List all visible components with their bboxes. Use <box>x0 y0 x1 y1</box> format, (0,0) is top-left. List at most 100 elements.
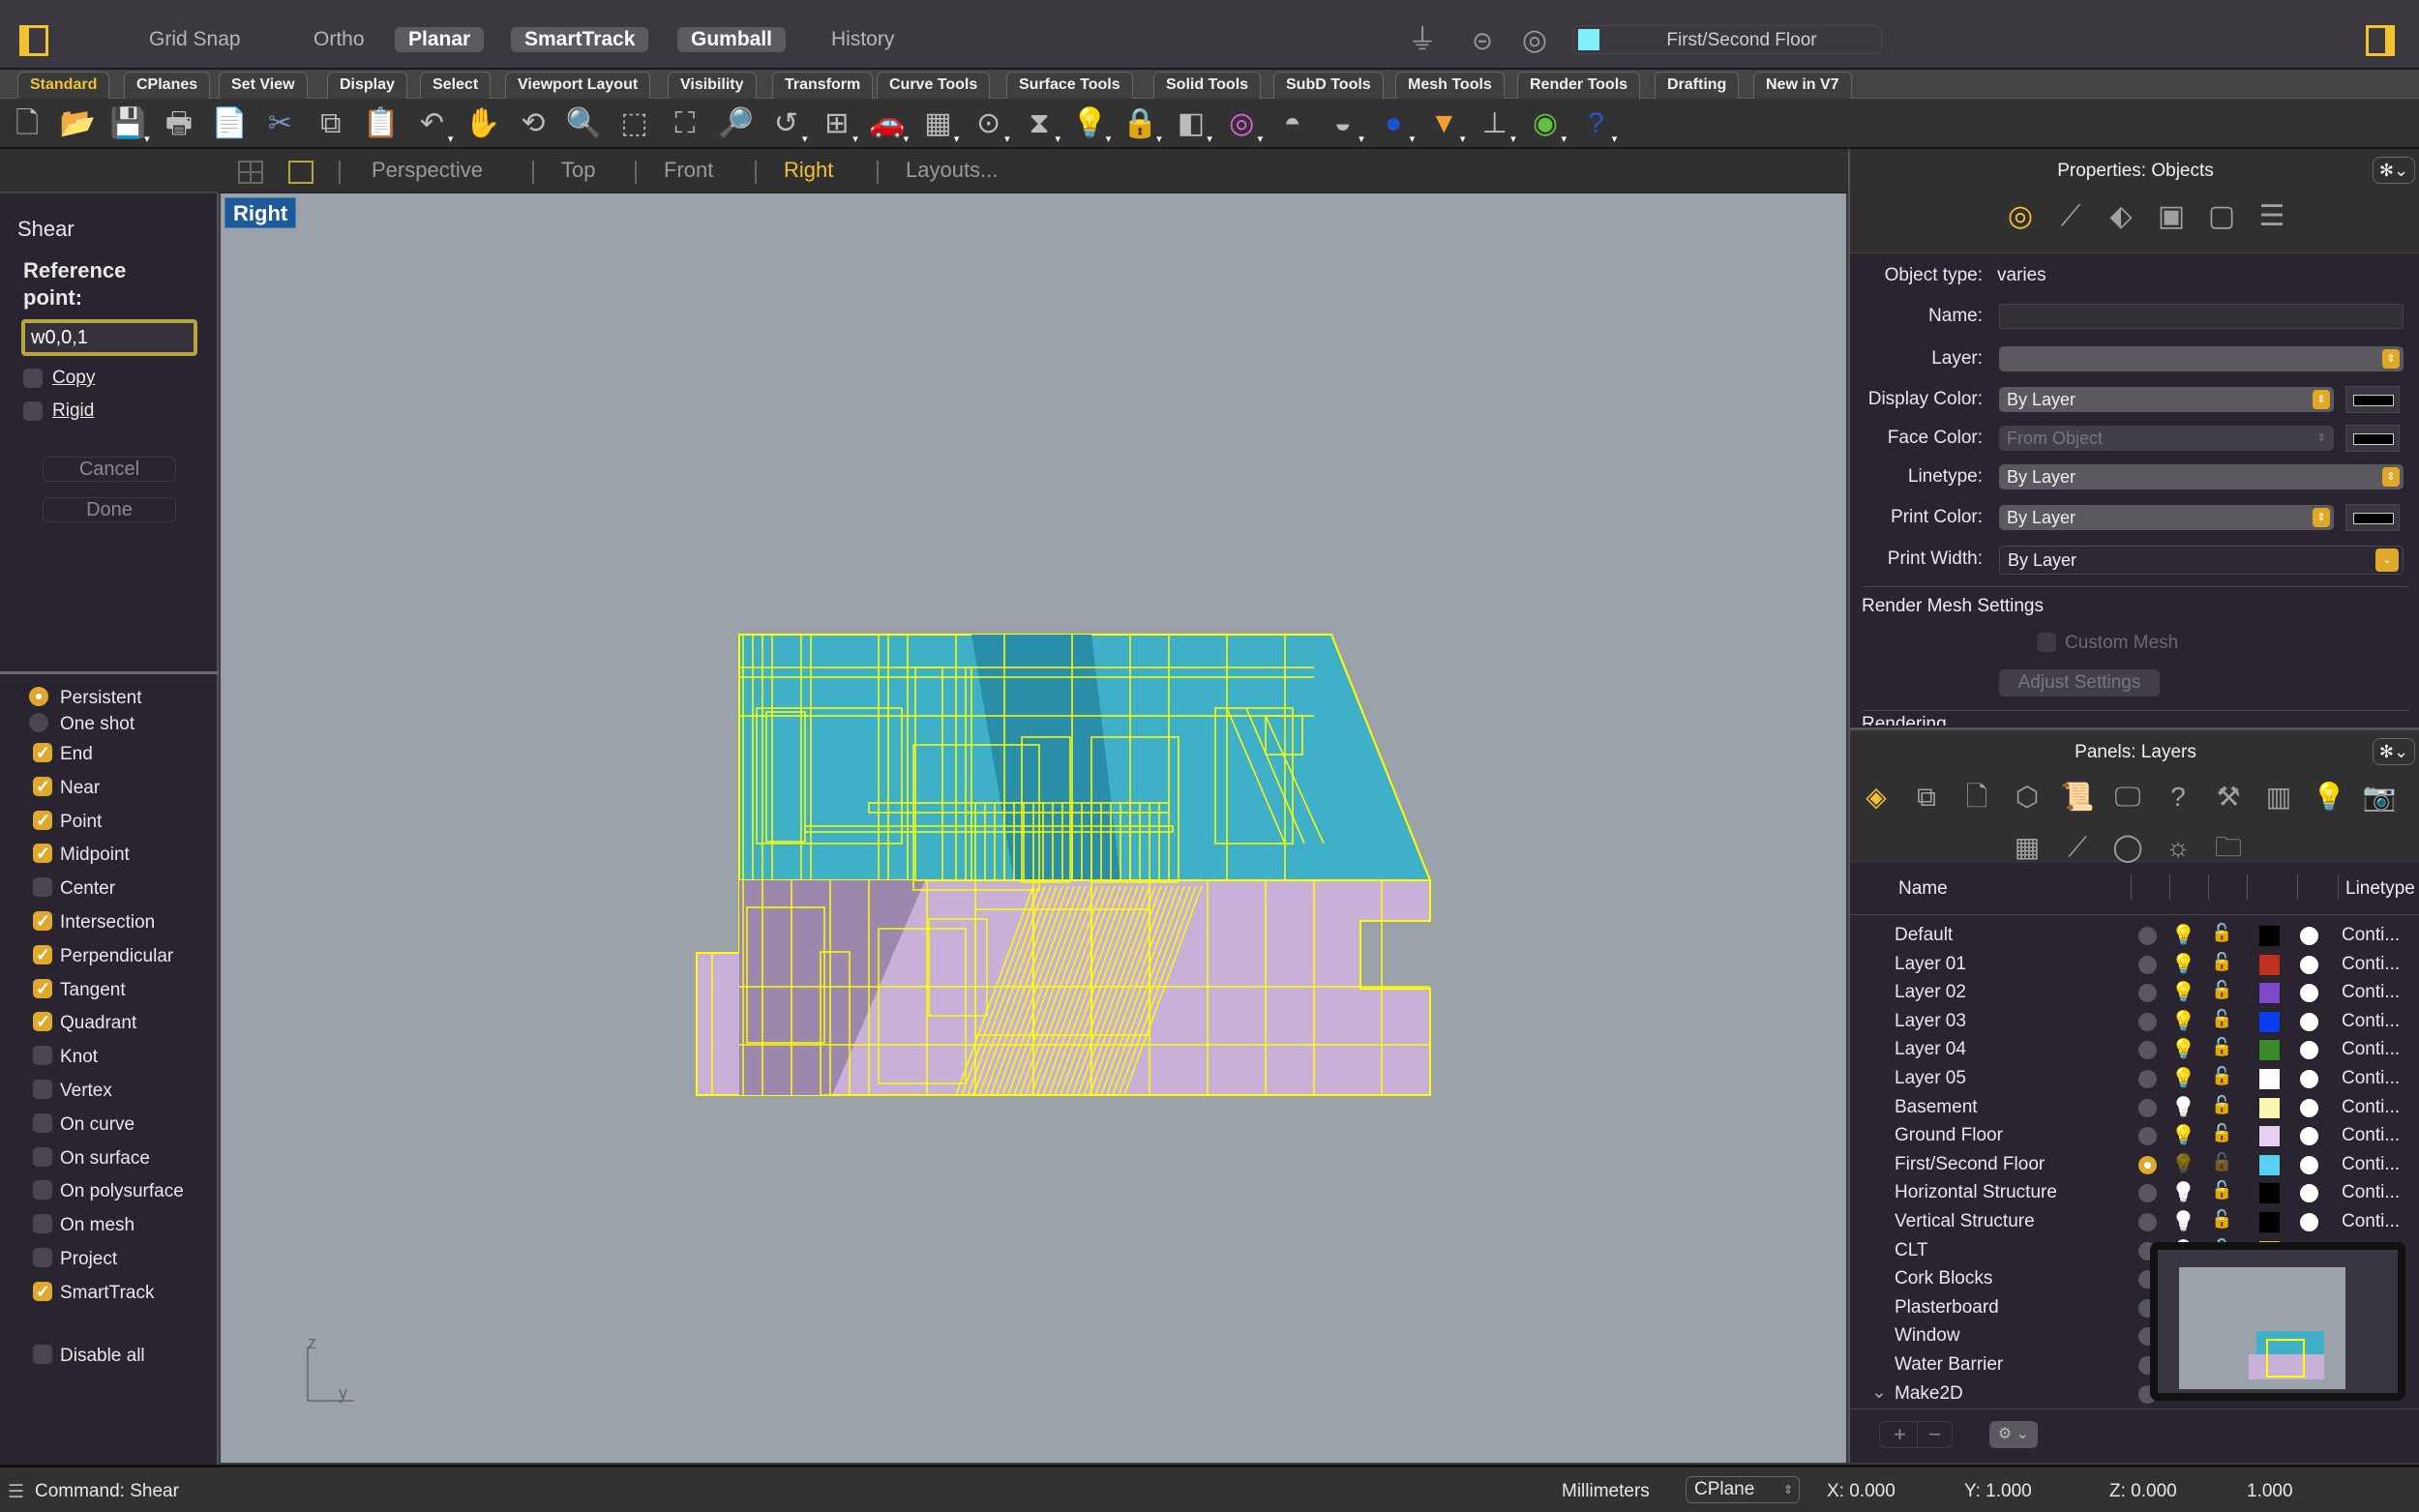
linetype-stepper-icon[interactable]: ⇕ <box>2382 467 2400 487</box>
notes-icon[interactable]: 📜 <box>2059 779 2096 815</box>
layer-linetype[interactable]: Conti... <box>2342 954 2400 975</box>
light-bulb-on-icon[interactable]: 💡 <box>2171 980 2195 1004</box>
viewport-tab-layouts[interactable]: Layouts... <box>906 158 998 183</box>
checkbox[interactable] <box>33 842 52 865</box>
tab-visibility[interactable]: Visibility <box>668 72 757 99</box>
light-bulb-on-icon[interactable]: 💡 <box>2171 1152 2195 1176</box>
layer-row[interactable]: Ground Floor 💡 🔓 Conti... <box>1850 1121 2419 1150</box>
lock-icon[interactable]: 🔒 ▾ <box>1121 104 1162 145</box>
print-width-dot-icon[interactable] <box>2299 954 2319 975</box>
print-icon[interactable]: 🖶 <box>160 104 198 143</box>
record-history-icon[interactable]: ◎ <box>1515 21 1554 60</box>
dropdown-arrow-icon[interactable]: ▾ <box>802 134 808 145</box>
layer-name[interactable]: Default <box>1895 925 1953 946</box>
rotate-view-icon[interactable]: ⟲ <box>514 104 552 143</box>
sphere-wire-icon[interactable]: ◓ <box>1273 104 1312 143</box>
dropdown-arrow-icon[interactable]: ▾ <box>852 134 858 145</box>
layer-row[interactable]: Vertical Structure 💡 🔓 Conti... <box>1850 1207 2419 1236</box>
unlocked-icon[interactable]: 🔓 <box>2211 1180 2232 1201</box>
osnap-mode-one-shot[interactable]: One shot <box>29 712 134 736</box>
layer-color-swatch[interactable] <box>2258 925 2281 947</box>
checkbox[interactable] <box>33 775 52 798</box>
checkbox[interactable] <box>33 977 52 1000</box>
texture-mapping-icon[interactable]: ⬖ <box>2102 197 2140 236</box>
layer-row[interactable]: Horizontal Structure 💡 🔓 Conti... <box>1850 1178 2419 1207</box>
right-sidebar-toggle-icon[interactable] <box>2366 25 2395 56</box>
viewport-tab-right[interactable]: Right <box>784 158 833 183</box>
osnap-quadrant[interactable]: Quadrant <box>33 1010 136 1035</box>
layer-linetype[interactable]: Conti... <box>2342 1154 2400 1175</box>
files-folder-icon[interactable]: 🗀 <box>2210 829 2247 866</box>
layer-name[interactable]: Ground Floor <box>1895 1125 2003 1146</box>
object-properties-icon[interactable]: ◎ <box>2001 197 2040 236</box>
tab-surface-tools[interactable]: Surface Tools <box>1006 72 1133 99</box>
layer-color-swatch[interactable] <box>2258 1211 2281 1233</box>
light-bulb-on-icon[interactable]: 💡 <box>2171 1037 2195 1061</box>
checkbox[interactable] <box>33 1112 52 1133</box>
osnap-center[interactable]: Center <box>33 877 115 901</box>
add-layer-button[interactable]: + <box>1894 1422 1906 1447</box>
dropdown-arrow-icon[interactable]: ▾ <box>1156 134 1162 145</box>
osnap-midpoint[interactable]: Midpoint <box>33 842 130 867</box>
checkbox[interactable] <box>33 809 52 832</box>
print-width-dot-icon[interactable] <box>2299 1126 2319 1147</box>
checkbox[interactable] <box>33 1010 52 1033</box>
print-width-dot-icon[interactable] <box>2299 1154 2319 1175</box>
unlocked-icon[interactable]: 🔓 <box>2211 1037 2232 1057</box>
current-layer-radio[interactable] <box>2138 1098 2157 1117</box>
osnap-project[interactable]: Project <box>33 1247 117 1271</box>
layer-color-swatch[interactable] <box>2258 1068 2281 1090</box>
layer-name[interactable]: First/Second Floor <box>1895 1154 2045 1175</box>
mode-planar-button[interactable]: Planar <box>395 27 485 52</box>
print-width-dot-icon[interactable] <box>2299 1069 2319 1089</box>
viewport-tab-top[interactable]: Top <box>561 158 595 183</box>
layer-color-swatch[interactable] <box>2258 1182 2281 1205</box>
layer-linetype[interactable]: Conti... <box>2342 1068 2400 1089</box>
layer-color-swatch[interactable] <box>2258 1096 2281 1119</box>
display-color-swatch[interactable] <box>2345 386 2400 413</box>
dimension-icon[interactable]: ⊥ ▾ <box>1476 104 1516 145</box>
dropdown-arrow-icon[interactable]: ▾ <box>1410 134 1416 145</box>
command-history-icon[interactable]: ☰ <box>8 1481 24 1503</box>
dropdown-arrow-icon[interactable]: ▾ <box>1561 134 1567 145</box>
layers-color-icon[interactable]: ◧ ▾ <box>1172 104 1212 145</box>
tab-select[interactable]: Select <box>420 72 492 99</box>
dropdown-arrow-icon[interactable]: ▾ <box>1258 134 1264 145</box>
layouts-icon[interactable]: ▥ <box>2260 779 2297 815</box>
osnap-tangent[interactable]: Tangent <box>33 977 126 1002</box>
current-layer-radio[interactable] <box>2138 1184 2157 1203</box>
checkbox[interactable] <box>33 1344 52 1364</box>
dropdown-arrow-icon[interactable]: ▾ <box>144 134 150 145</box>
dropdown-arrow-icon[interactable]: ▾ <box>1612 134 1618 145</box>
help-icon[interactable]: ? ▾ <box>1576 104 1618 145</box>
viewport-label[interactable]: Right <box>224 197 297 228</box>
unlocked-icon[interactable]: 🔓 <box>2211 952 2232 972</box>
osnap-on-curve[interactable]: On curve <box>33 1112 134 1137</box>
checkbox[interactable] <box>33 909 52 933</box>
open-folder-icon[interactable]: 📂 <box>58 104 97 143</box>
command-line[interactable]: Command: Shear <box>35 1481 179 1502</box>
layer-name[interactable]: Layer 05 <box>1895 1068 1966 1089</box>
dropdown-arrow-icon[interactable]: ▾ <box>1510 134 1516 145</box>
layers-tab-icon[interactable]: ◈ <box>1858 779 1895 815</box>
column-linetype[interactable]: Linetype <box>2345 878 2415 900</box>
cancel-button[interactable]: Cancel <box>43 457 176 482</box>
layer-row[interactable]: Layer 05 💡 🔓 Conti... <box>1850 1064 2419 1093</box>
layer-row[interactable]: Layer 01 💡 🔓 Conti... <box>1850 950 2419 979</box>
layer-select[interactable]: ⇕ <box>1999 346 2404 371</box>
checkbox[interactable] <box>33 1046 52 1066</box>
current-layer-radio[interactable] <box>2138 1041 2157 1060</box>
expand-chevron-icon[interactable]: ⌄ <box>1871 1381 1887 1404</box>
properties-options-button[interactable]: ✻⌄ <box>2373 157 2415 184</box>
tab-drafting[interactable]: Drafting <box>1655 72 1740 99</box>
osnap-on-polysurface[interactable]: On polysurface <box>33 1180 184 1203</box>
layer-row[interactable]: Default 💡 🔓 Conti... <box>1850 921 2419 950</box>
spotlight-icon[interactable]: ▼ ▾ <box>1424 104 1466 145</box>
layer-linetype[interactable]: Conti... <box>2342 925 2400 946</box>
layer-color-swatch[interactable] <box>2258 982 2281 1005</box>
layer-linetype[interactable]: Conti... <box>2342 1125 2400 1146</box>
layer-linetype[interactable]: Conti... <box>2342 1039 2400 1060</box>
save-icon[interactable]: 💾 ▾ <box>109 104 150 145</box>
osnap-on-mesh[interactable]: On mesh <box>33 1214 134 1237</box>
coordinate-system-select[interactable]: CPlane ⇕ <box>1686 1476 1800 1503</box>
